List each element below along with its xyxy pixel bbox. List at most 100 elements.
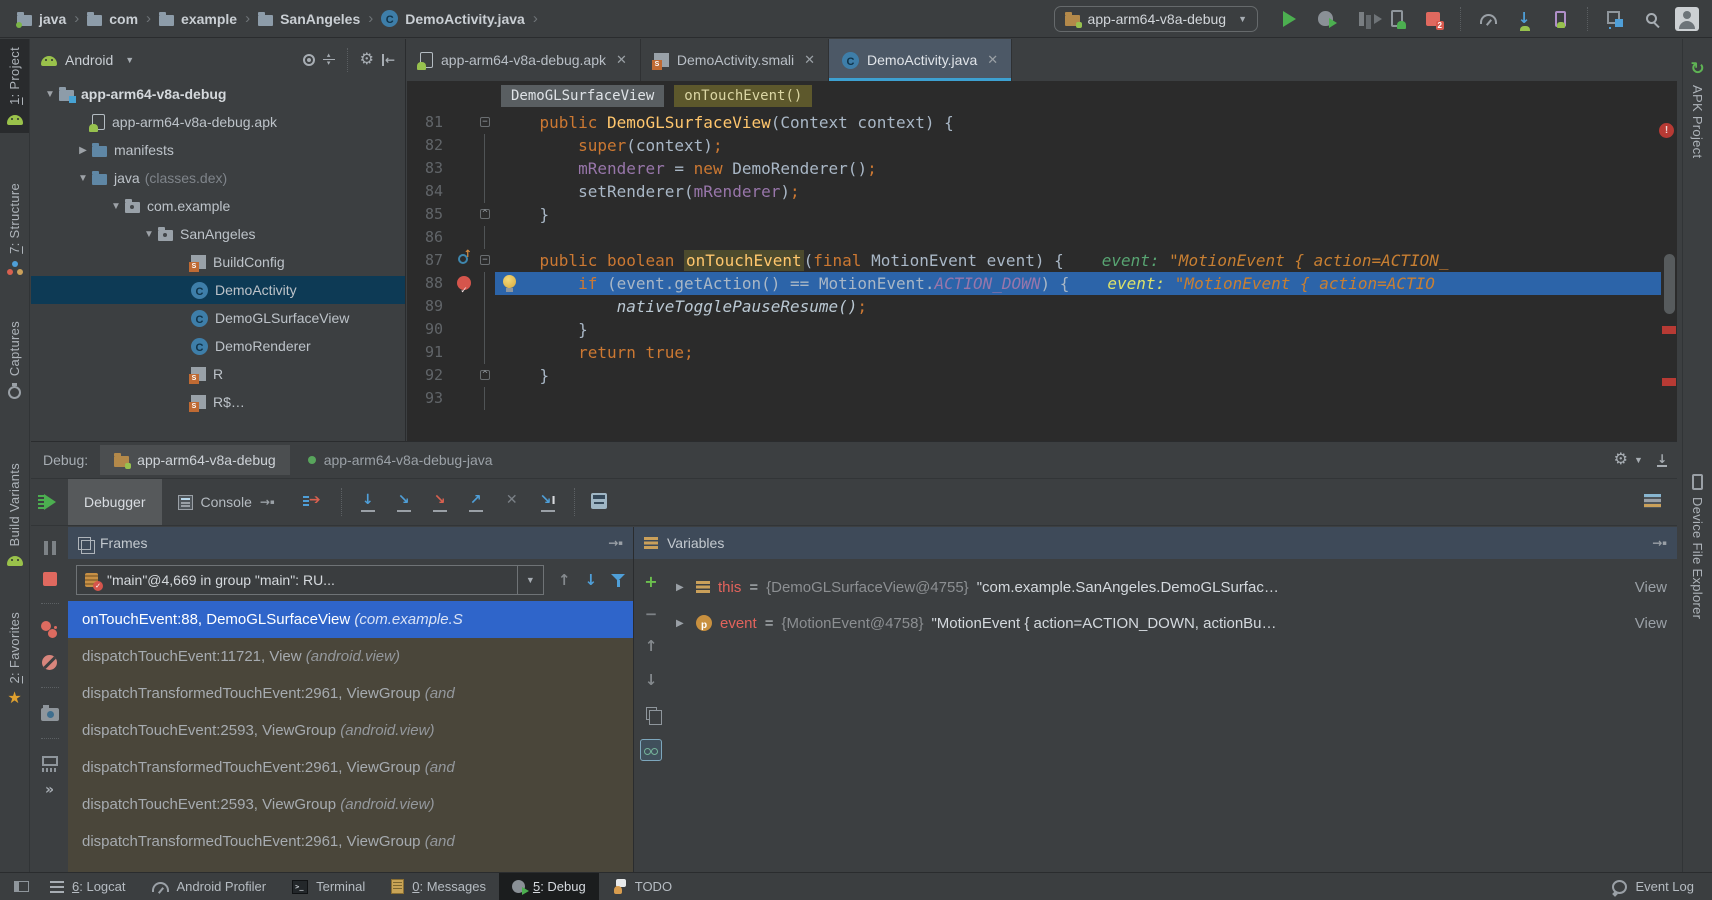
breadcrumb-item[interactable]: DemoActivity.java [376, 8, 530, 29]
code-text[interactable]: super(context); [495, 134, 1677, 157]
next-frame-button[interactable]: ↓ [584, 573, 597, 588]
breadcrumb-item[interactable]: java [12, 9, 71, 29]
variable-row[interactable]: ▶event = {MotionEvent@4758} "MotionEvent… [668, 605, 1677, 641]
gutter-icon-cell[interactable] [453, 180, 479, 203]
hide-frames-icon[interactable]: → [608, 537, 623, 549]
code-text[interactable]: return true; [495, 341, 1677, 364]
gear-icon[interactable]: ⚙ [360, 52, 374, 68]
drop-frame-button[interactable]: ✕ [502, 492, 522, 512]
previous-frame-button[interactable]: ↑ [558, 573, 571, 588]
code-text[interactable]: } [495, 203, 1677, 226]
fold-gutter[interactable] [479, 387, 495, 410]
hide-panel-icon[interactable]: ← [382, 54, 395, 66]
mute-breakpoints-button[interactable] [42, 655, 57, 670]
android-profiler-button[interactable] [1475, 6, 1501, 32]
fold-gutter[interactable] [479, 180, 495, 203]
gutter-icon-cell[interactable] [453, 134, 479, 157]
close-icon[interactable]: ✕ [616, 52, 627, 68]
tree-row[interactable]: DemoGLSurfaceView [31, 304, 405, 332]
gutter-icon-cell[interactable] [453, 295, 479, 318]
rerun-icon[interactable] [44, 494, 56, 510]
breakpoint-icon[interactable] [457, 276, 471, 290]
tree-row[interactable]: ▼SanAngeles [31, 220, 405, 248]
code-text[interactable]: if (event.getAction() == MotionEvent.ACT… [495, 272, 1677, 295]
stack-frame-row[interactable]: dispatchTouchEvent:2593, ViewGroup (andr… [68, 712, 633, 749]
code-text[interactable]: } [495, 318, 1677, 341]
fold-gutter[interactable] [479, 134, 495, 157]
tree-collapsed-icon[interactable]: ▶ [74, 145, 92, 156]
thread-selector[interactable]: "main"@4,669 in group "main": RU... ▼ [76, 565, 544, 595]
breadcrumb-item[interactable]: example [154, 9, 242, 29]
profile-button[interactable] [1348, 6, 1374, 32]
fold-gutter[interactable] [479, 318, 495, 341]
variable-row[interactable]: ▶this = {DemoGLSurfaceView@4755} "com.ex… [668, 569, 1677, 605]
event-log-button[interactable]: Event Log [1612, 879, 1712, 894]
stripe-button-device-file-explorer[interactable]: Device File Explorer [1683, 466, 1712, 627]
move-watch-down-button[interactable]: ↓ [645, 673, 658, 688]
tree-expanded-icon[interactable]: ▼ [140, 229, 158, 240]
view-breakpoints-button[interactable] [41, 621, 58, 638]
step-over-button[interactable]: ↓ [358, 492, 378, 512]
tree-expanded-icon[interactable]: ▼ [41, 89, 59, 100]
gutter-icon-cell[interactable] [453, 111, 479, 134]
fold-gutter[interactable] [479, 341, 495, 364]
duplicate-watch-button[interactable] [646, 707, 657, 720]
code-text[interactable]: } [495, 364, 1677, 387]
debug-settings-button[interactable]: ⚙▼ [1614, 452, 1643, 468]
fold-gutter[interactable] [479, 272, 495, 295]
tree-row[interactable]: ▼java(classes.dex) [31, 164, 405, 192]
tree-row[interactable]: ▼com.example [31, 192, 405, 220]
toolwindow-button-android-profiler[interactable]: Android Profiler [139, 873, 280, 900]
fold-gutter[interactable] [479, 295, 495, 318]
stack-frame-row[interactable]: onTouchEvent:88, DemoGLSurfaceView (com.… [68, 601, 633, 638]
tree-row[interactable]: BuildConfig [31, 248, 405, 276]
evaluate-expression-button[interactable] [591, 493, 607, 512]
toolwindow-button--debug[interactable]: 5: Debug [499, 873, 599, 900]
stop-session-button[interactable] [43, 572, 57, 586]
fold-gutter[interactable]: − [479, 249, 495, 272]
stack-frame-row[interactable]: dispatchTouchEvent:2593, ViewGroup (andr… [68, 860, 633, 872]
intention-bulb-icon[interactable] [503, 275, 516, 288]
search-everywhere-button[interactable] [1638, 6, 1664, 32]
stack-frame-row[interactable]: dispatchTransformedTouchEvent:2961, View… [68, 749, 633, 786]
run-button[interactable] [1276, 6, 1302, 32]
debugger-chip[interactable]: onTouchEvent() [674, 85, 812, 107]
gutter-icon-cell[interactable] [453, 341, 479, 364]
fold-end-icon[interactable]: ^ [480, 370, 490, 380]
collapse-all-icon[interactable]: ▴▾ [323, 53, 335, 66]
tree-expanded-icon[interactable]: ▼ [107, 201, 125, 212]
show-execution-point-button[interactable]: ➔ [305, 492, 325, 512]
editor-tab-app-arm64-v8a-debug-apk[interactable]: app-arm64-v8a-debug.apk✕ [407, 39, 641, 81]
pause-button[interactable] [44, 541, 56, 555]
hide-variables-icon[interactable]: → [1652, 537, 1667, 549]
fold-gutter[interactable] [479, 226, 495, 249]
stripe-button-apk-project[interactable]: ↻APK Project [1683, 53, 1712, 166]
run-configuration-select[interactable]: app-arm64-v8a-debug ▼ [1054, 6, 1258, 32]
fold-end-icon[interactable]: ^ [480, 209, 490, 219]
run-on-device-button[interactable] [1384, 6, 1410, 32]
code-text[interactable]: public DemoGLSurfaceView(Context context… [495, 111, 1677, 134]
code-editor[interactable]: 81− public DemoGLSurfaceView(Context con… [407, 111, 1677, 441]
stripe-button--project[interactable]: 1: Project [0, 39, 29, 133]
tree-row[interactable]: DemoActivity [31, 276, 405, 304]
breadcrumb-item[interactable]: SanAngeles [253, 9, 365, 29]
code-text[interactable]: nativeTogglePauseResume(); [495, 295, 1677, 318]
thread-dropdown-button[interactable]: ▼ [517, 566, 543, 594]
gutter-icon-cell[interactable] [453, 249, 479, 272]
step-into-button[interactable]: ↘ [394, 492, 414, 512]
gutter-icon-cell[interactable] [453, 318, 479, 341]
close-icon[interactable]: ✕ [987, 52, 998, 68]
stripe-button-build-variants[interactable]: Build Variants [0, 455, 29, 574]
move-watch-up-button[interactable]: ↑ [645, 639, 658, 654]
fold-start-icon[interactable]: − [480, 255, 490, 265]
editor-tab-demoactivity-smali[interactable]: DemoActivity.smali✕ [641, 39, 829, 81]
debug-button[interactable] [1312, 6, 1338, 32]
run-to-cursor-button[interactable]: ↘I [538, 492, 558, 512]
settings-monitor-icon[interactable] [42, 756, 58, 766]
project-view-selector[interactable]: Android [65, 52, 113, 68]
gutter-icon-cell[interactable] [453, 157, 479, 180]
stack-frame-row[interactable]: dispatchTransformedTouchEvent:2961, View… [68, 675, 633, 712]
editor-tab-demoactivity-java[interactable]: DemoActivity.java✕ [829, 39, 1012, 81]
add-watch-button[interactable]: + [644, 575, 657, 589]
show-watches-in-variables-button[interactable] [640, 739, 662, 761]
